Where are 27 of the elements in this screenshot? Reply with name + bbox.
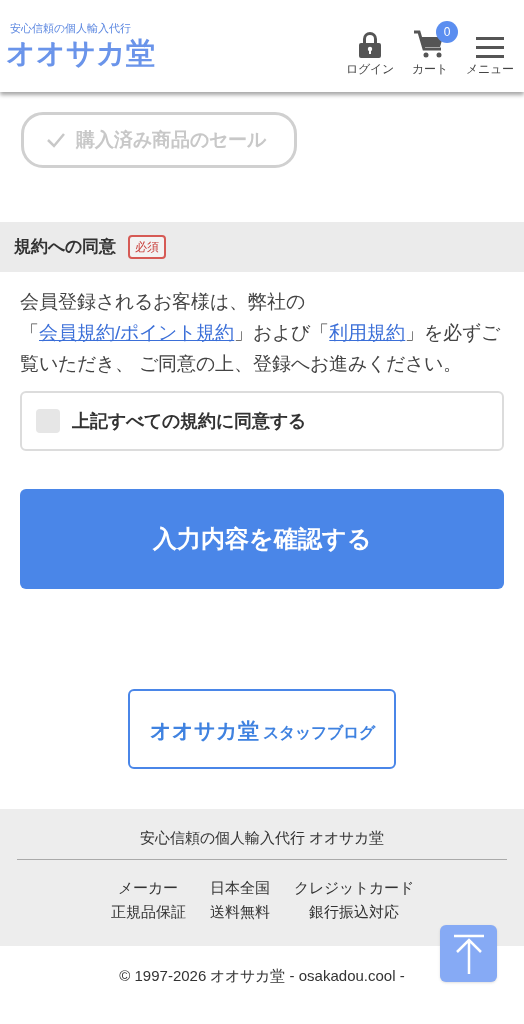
terms-paragraph: 会員登録されるお客様は、弊社の「会員規約/ポイント規約」および「利用規約」を必ずご覧いただき、 ご同意の上、登録へお進みください。: [20, 290, 502, 376]
feature-text: 日本全国 送料無料: [209, 878, 270, 922]
checkbox[interactable]: [36, 409, 60, 433]
check-icon: [46, 132, 66, 148]
login-button[interactable]: ログイン: [346, 29, 394, 77]
arrow-up-icon: [451, 933, 486, 974]
menu-button[interactable]: メニュー: [466, 29, 514, 77]
section-title: 規約への同意: [14, 236, 116, 259]
staff-blog-banner[interactable]: オオサカ堂 スタッフブログ: [128, 689, 396, 769]
cart-count-badge: 0: [436, 21, 458, 43]
terms-link[interactable]: 利用規約: [329, 322, 406, 343]
agree-checkbox-row[interactable]: 上記すべての規約に同意する: [20, 391, 504, 451]
copyright-text: © 1997-2026 オオサカ堂 - osakadou.cool -: [118, 966, 406, 986]
menu-icon: [476, 35, 504, 59]
blog-brand: オオサカ堂: [149, 718, 259, 744]
blog-label: スタッフブログ: [262, 723, 375, 743]
lock-icon: [358, 31, 382, 59]
site-tagline: 安心信頼の個人輸入代行: [9, 21, 132, 35]
feature-text: クレジットカード 銀行振込対応: [293, 878, 414, 922]
feature-text: メーカー 正規品保証: [110, 878, 186, 922]
site-logo[interactable]: オオサカ堂: [6, 35, 155, 71]
required-badge: 必須: [128, 235, 166, 259]
confirm-button[interactable]: 入力内容を確認する: [20, 489, 504, 589]
back-to-top-button[interactable]: [440, 925, 497, 982]
footer-tagline: 安心信頼の個人輸入代行 オオサカ堂: [139, 828, 385, 848]
terms-link[interactable]: 会員規約/ポイント規約: [39, 322, 235, 343]
agree-label: 上記すべての規約に同意する: [72, 409, 306, 433]
